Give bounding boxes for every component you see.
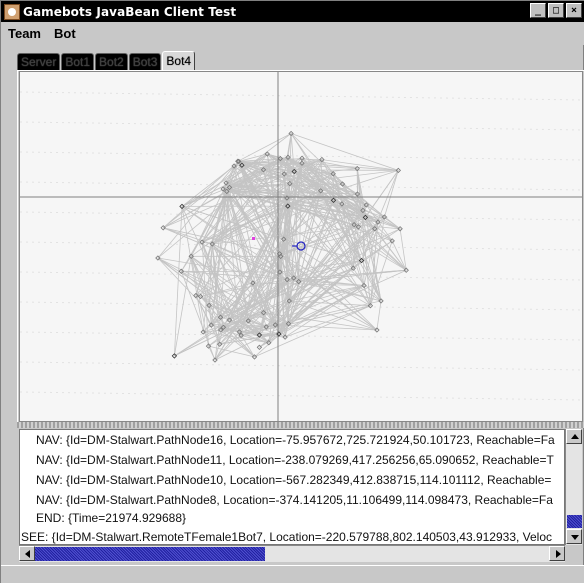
- window-title: Gamebots JavaBean Client Test: [23, 4, 237, 19]
- tab-server[interactable]: Server: [17, 53, 61, 70]
- maximize-button[interactable]: □: [548, 3, 564, 18]
- map-path-edge: [254, 305, 371, 358]
- status-bar: [1, 565, 584, 583]
- log-output[interactable]: NAV: {Id=DM-Stalwart.PathNode16, Locatio…: [19, 429, 565, 545]
- log-line: NAV: {Id=DM-Stalwart.PathNode16, Locatio…: [36, 433, 555, 447]
- scroll-right-button[interactable]: [549, 546, 565, 561]
- horizontal-scroll-thumb[interactable]: [35, 547, 265, 561]
- scroll-up-button[interactable]: [566, 429, 582, 444]
- arrow-right-icon: [556, 550, 561, 558]
- menu-bar: Team Bot: [1, 22, 584, 45]
- tab-bot1[interactable]: Bot1: [61, 53, 95, 70]
- log-line: NAV: {Id=DM-Stalwart.PathNode8, Location…: [36, 493, 553, 507]
- map-path-edge: [157, 165, 235, 259]
- tab-bot2[interactable]: Bot2: [95, 53, 128, 70]
- scroll-corner: [565, 545, 582, 562]
- map-path-edge: [376, 300, 382, 331]
- map-path-edge: [157, 257, 224, 328]
- menu-bot[interactable]: Bot: [47, 26, 82, 41]
- arrow-down-icon: [571, 535, 579, 540]
- vertical-scroll-thumb[interactable]: [567, 515, 582, 528]
- log-line: SEE: {Id=DM-Stalwart.RemoteTFemale1Bot7,…: [21, 530, 553, 544]
- app-window: Gamebots JavaBean Client Test _ □ × Team…: [0, 0, 584, 583]
- scroll-down-button[interactable]: [566, 529, 582, 544]
- scroll-left-button[interactable]: [19, 546, 35, 561]
- log-vertical-scrollbar[interactable]: [565, 429, 582, 545]
- map-grid-line: [20, 391, 582, 401]
- tab-bot4[interactable]: Bot4: [162, 51, 196, 70]
- map-path-edge: [321, 159, 399, 171]
- close-button[interactable]: ×: [566, 3, 582, 18]
- window-controls: _ □ ×: [530, 3, 582, 18]
- arrow-left-icon: [25, 550, 30, 558]
- log-line: END: {Time=21974.929688}: [36, 511, 186, 525]
- map-grid-line: [20, 361, 582, 371]
- map-path-edge: [208, 345, 216, 361]
- map-view[interactable]: [19, 71, 583, 422]
- app-icon[interactable]: [4, 3, 20, 20]
- log-line: NAV: {Id=DM-Stalwart.PathNode11, Locatio…: [36, 453, 554, 467]
- menu-team[interactable]: Team: [1, 26, 47, 41]
- map-grid-line: [20, 121, 582, 131]
- map-grid-line: [20, 91, 582, 101]
- highlighted-node: [252, 237, 255, 240]
- map-canvas[interactable]: [20, 72, 583, 422]
- title-bar[interactable]: Gamebots JavaBean Client Test _ □ ×: [1, 1, 584, 22]
- map-path-edge: [384, 170, 399, 218]
- tab-bar: Server Bot1 Bot2 Bot3 Bot4: [17, 51, 196, 70]
- split-pane-divider[interactable]: [17, 422, 584, 428]
- log-horizontal-scrollbar[interactable]: [19, 545, 565, 562]
- arrow-up-icon: [571, 434, 579, 439]
- log-line: NAV: {Id=DM-Stalwart.PathNode10, Locatio…: [36, 473, 552, 487]
- map-path-edges: [157, 133, 407, 361]
- map-path-edge: [284, 305, 371, 338]
- tab-bot3[interactable]: Bot3: [128, 53, 162, 70]
- minimize-button[interactable]: _: [530, 3, 546, 18]
